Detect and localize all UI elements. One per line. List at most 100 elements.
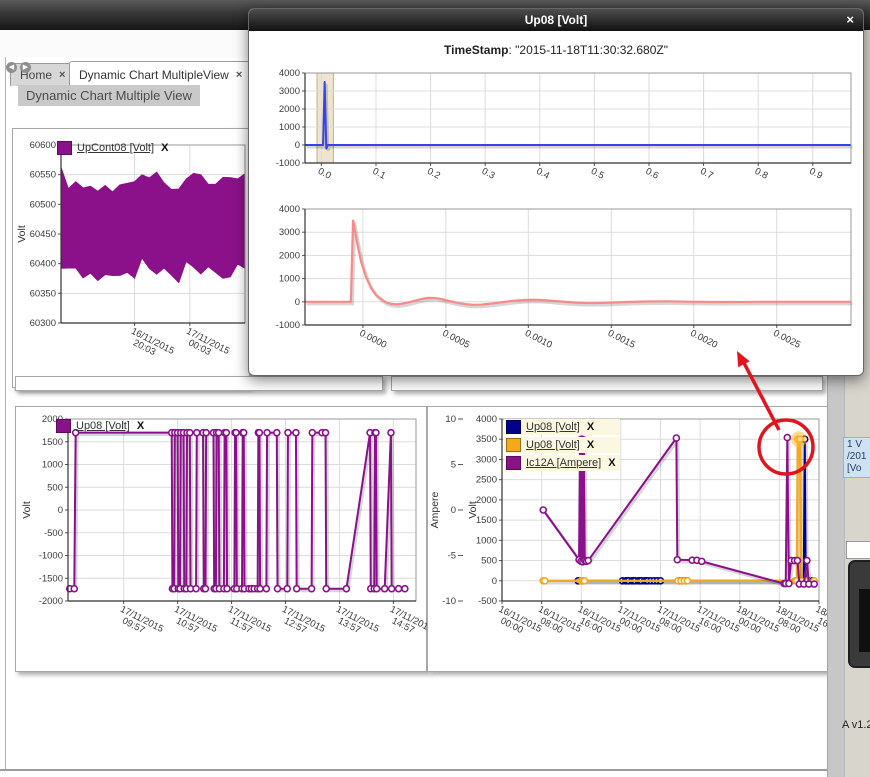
legend-series-label[interactable]: Up08 [Volt] bbox=[526, 439, 580, 451]
hidden-chart-container-edge-left bbox=[15, 376, 383, 391]
svg-text:0.0010: 0.0010 bbox=[523, 328, 554, 351]
clipped-dark-window-content bbox=[859, 589, 870, 652]
svg-text:0.4: 0.4 bbox=[534, 166, 551, 182]
tab-dcmv-label: Dynamic Chart MultipleView bbox=[79, 68, 229, 82]
svg-text:0.0: 0.0 bbox=[316, 166, 333, 182]
svg-text:0: 0 bbox=[58, 505, 63, 516]
legend-remove-button[interactable]: X bbox=[587, 421, 594, 433]
svg-text:1000: 1000 bbox=[279, 122, 300, 133]
clipped-panel-edge bbox=[846, 541, 870, 559]
dialog-body: TimeStamp: "2015-11-18T11:30:32.680Z" 40… bbox=[249, 31, 863, 373]
svg-text:4000: 4000 bbox=[279, 68, 300, 79]
legend-swatch-icon bbox=[506, 438, 521, 452]
page-title: Dynamic Chart Multiple View bbox=[18, 85, 200, 106]
svg-text:-5: -5 bbox=[448, 551, 456, 562]
timestamp-value: "2015-11-18T11:30:32.680Z" bbox=[515, 43, 668, 57]
tab-home-close-icon[interactable]: × bbox=[59, 70, 65, 80]
chart-container-upcont08: UpCont08 [Volt]X 60600605506050060450604… bbox=[12, 128, 250, 388]
legend-remove-button[interactable]: X bbox=[137, 420, 144, 432]
svg-text:3000: 3000 bbox=[279, 86, 300, 97]
svg-text:0.9: 0.9 bbox=[807, 166, 824, 182]
legend-item: Up08 [Volt] X bbox=[504, 437, 620, 453]
svg-text:0.6: 0.6 bbox=[644, 166, 661, 182]
tooltip-line: [Vo bbox=[847, 463, 870, 475]
dialog-overview-chart-canvas[interactable]: 40003000200010000-10000.00.10.20.30.40.5… bbox=[259, 67, 855, 197]
legend-remove-button[interactable]: X bbox=[608, 457, 615, 469]
svg-text:500: 500 bbox=[481, 556, 497, 567]
svg-text:60450: 60450 bbox=[30, 229, 56, 240]
svg-text:2500: 2500 bbox=[476, 475, 497, 486]
tooltip-line: /201 bbox=[847, 451, 870, 463]
panel-left-border bbox=[5, 57, 6, 769]
svg-text:3000: 3000 bbox=[279, 227, 300, 238]
legend-series-label[interactable]: Ic12A [Ampere] bbox=[526, 457, 601, 469]
tab-dynamic-chart-multipleview[interactable]: Dynamic Chart MultipleView × bbox=[69, 61, 252, 87]
svg-text:-1000: -1000 bbox=[39, 551, 63, 562]
nav-prev-button[interactable]: ◀ bbox=[6, 62, 17, 73]
svg-text:1000: 1000 bbox=[476, 535, 497, 546]
legend-remove-button[interactable]: X bbox=[587, 439, 594, 451]
legend-swatch-icon bbox=[56, 419, 71, 433]
svg-text:Volt: Volt bbox=[16, 225, 28, 243]
dialog-zoom-chart-canvas[interactable]: 40003000200010000-10000.00000.00050.0010… bbox=[259, 203, 855, 373]
svg-text:0.0025: 0.0025 bbox=[771, 328, 802, 351]
svg-text:60300: 60300 bbox=[30, 318, 56, 329]
svg-text:Ampere: Ampere bbox=[429, 491, 441, 528]
multi-series-chart-canvas[interactable]: 40003500300025002000150010005000-50016/1… bbox=[430, 409, 827, 665]
chart-legend: Up08 [Volt] X bbox=[56, 419, 144, 435]
legend-series-label[interactable]: Up08 [Volt] bbox=[76, 420, 130, 432]
timestamp-label: TimeStamp bbox=[444, 43, 508, 57]
svg-text:0: 0 bbox=[492, 576, 497, 587]
tab-dcmv-close-icon[interactable]: × bbox=[236, 70, 242, 80]
svg-text:0.5: 0.5 bbox=[589, 166, 606, 182]
chevron-right-icon: ▶ bbox=[23, 64, 28, 71]
chart-container-up08: Up08 [Volt]X 2000150010005000-500-1000-1… bbox=[15, 406, 427, 672]
chevron-left-icon: ◀ bbox=[9, 64, 14, 71]
svg-text:0.3: 0.3 bbox=[480, 166, 497, 182]
svg-text:0.0005: 0.0005 bbox=[441, 328, 472, 351]
svg-text:60550: 60550 bbox=[30, 170, 56, 181]
svg-text:0: 0 bbox=[295, 297, 300, 308]
version-text: A v1.2.19 bbox=[842, 719, 870, 731]
legend-item: Ic12A [Ampere] X bbox=[504, 455, 620, 471]
svg-text:0.2: 0.2 bbox=[425, 166, 442, 182]
up08-chart-canvas[interactable]: 2000150010005000-500-1000-1500-200017/11… bbox=[18, 409, 422, 665]
chart-tooltip: 1 V /201 [Vo bbox=[843, 437, 870, 478]
dialog-close-button[interactable]: × bbox=[846, 12, 854, 28]
legend-swatch-icon bbox=[506, 456, 521, 470]
nav-next-button[interactable]: ▶ bbox=[20, 62, 31, 73]
svg-text:1000: 1000 bbox=[42, 460, 63, 471]
svg-text:2000: 2000 bbox=[476, 495, 497, 506]
tooltip-line: 1 V bbox=[847, 439, 870, 451]
timestamp-line: TimeStamp: "2015-11-18T11:30:32.680Z" bbox=[255, 43, 857, 57]
legend-item: Up08 [Volt] X bbox=[56, 419, 144, 433]
legend-item: Up08 [Volt] X bbox=[504, 419, 620, 435]
chart-container-multi-series: Up08 [Volt]XUp08 [Volt]XIc12A [Ampere]X … bbox=[427, 406, 832, 672]
svg-text:4000: 4000 bbox=[279, 204, 300, 215]
svg-text:Volt: Volt bbox=[467, 501, 479, 519]
svg-text:0.8: 0.8 bbox=[753, 166, 770, 182]
svg-text:0.0000: 0.0000 bbox=[358, 328, 389, 351]
svg-text:1000: 1000 bbox=[279, 274, 300, 285]
svg-text:-10: -10 bbox=[442, 596, 456, 607]
legend-swatch-icon bbox=[506, 420, 521, 434]
panel-bottom-border bbox=[0, 769, 843, 771]
svg-text:0.0020: 0.0020 bbox=[688, 328, 719, 351]
svg-text:0: 0 bbox=[295, 140, 300, 151]
legend-remove-button[interactable]: X bbox=[161, 142, 168, 154]
svg-text:3500: 3500 bbox=[476, 434, 497, 445]
upcont08-chart-canvas[interactable]: 6060060550605006045060400603506030016/11… bbox=[15, 131, 247, 385]
svg-text:Volt: Volt bbox=[21, 501, 33, 519]
svg-text:-1000: -1000 bbox=[276, 158, 300, 169]
legend-series-label[interactable]: Up08 [Volt] bbox=[526, 421, 580, 433]
svg-text:1500: 1500 bbox=[476, 515, 497, 526]
dialog-title-bar[interactable]: Up08 [Volt] bbox=[249, 9, 863, 31]
svg-text:2000: 2000 bbox=[279, 104, 300, 115]
svg-text:60500: 60500 bbox=[30, 199, 56, 210]
svg-text:60600: 60600 bbox=[30, 140, 56, 151]
dialog-up08-volt: Up08 [Volt] × TimeStamp: "2015-11-18T11:… bbox=[248, 8, 864, 376]
svg-text:0: 0 bbox=[451, 505, 456, 516]
legend-series-label[interactable]: UpCont08 [Volt] bbox=[77, 142, 154, 154]
svg-text:2000: 2000 bbox=[279, 250, 300, 261]
legend-swatch-icon bbox=[57, 141, 72, 155]
